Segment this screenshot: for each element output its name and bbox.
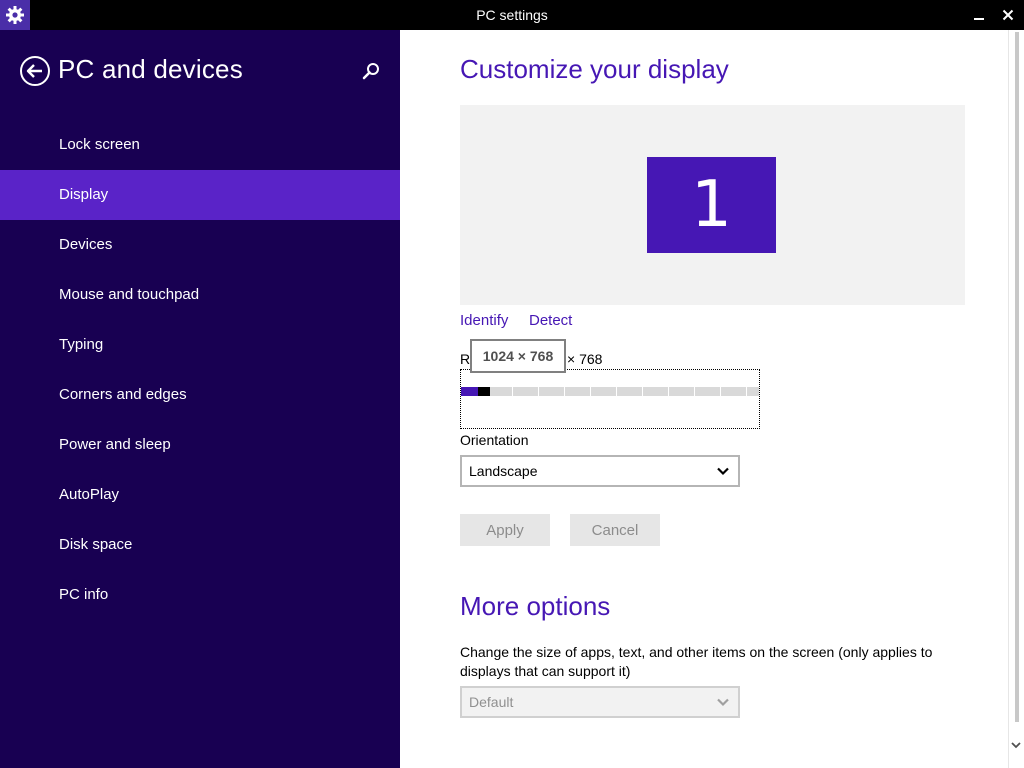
minimize-button[interactable] xyxy=(963,0,995,30)
size-select[interactable]: Default xyxy=(460,686,740,718)
cancel-button[interactable]: Cancel xyxy=(570,514,660,546)
slider-thumb[interactable] xyxy=(478,387,490,396)
page-title: Customize your display xyxy=(460,54,729,84)
sidebar-item-disk-space[interactable]: Disk space xyxy=(0,520,400,570)
close-button[interactable] xyxy=(992,0,1024,30)
sidebar-item-power-and-sleep[interactable]: Power and sleep xyxy=(0,420,400,470)
orientation-select[interactable]: Landscape xyxy=(460,455,740,487)
slider-fill xyxy=(461,387,478,396)
chevron-down-icon xyxy=(717,698,729,707)
size-value: Default xyxy=(469,694,514,710)
scrollbar-thumb[interactable] xyxy=(1015,32,1019,722)
identify-link[interactable]: Identify xyxy=(460,312,508,329)
search-icon[interactable] xyxy=(360,61,382,83)
sidebar-item-typing[interactable]: Typing xyxy=(0,320,400,370)
sidebar-item-corners-and-edges[interactable]: Corners and edges xyxy=(0,370,400,420)
sidebar: PC and devices Lock screen Display Devic… xyxy=(0,30,400,768)
apply-button[interactable]: Apply xyxy=(460,514,550,546)
scrollbar-divider xyxy=(1008,30,1009,768)
slider-track[interactable] xyxy=(461,387,759,396)
chevron-down-icon xyxy=(717,467,729,476)
sidebar-item-lock-screen[interactable]: Lock screen xyxy=(0,120,400,170)
resolution-tooltip: 1024 × 768 xyxy=(470,339,566,373)
title-bar: PC settings xyxy=(0,0,1024,30)
resolution-label: R × 768 xyxy=(460,351,602,367)
sidebar-item-display[interactable]: Display xyxy=(0,170,400,220)
more-options-heading: More options xyxy=(460,591,611,621)
resolution-slider[interactable] xyxy=(460,369,760,429)
window-title: PC settings xyxy=(476,7,548,23)
monitor-1[interactable]: 1 xyxy=(647,157,776,253)
scrollbar[interactable] xyxy=(1008,30,1024,768)
orientation-value: Landscape xyxy=(469,463,538,479)
sidebar-item-devices[interactable]: Devices xyxy=(0,220,400,270)
size-description: Change the size of apps, text, and other… xyxy=(460,644,933,679)
chevron-down-icon[interactable] xyxy=(1010,738,1022,750)
resolution-value: × 768 xyxy=(567,351,603,367)
sidebar-title: PC and devices xyxy=(58,54,243,84)
monitor-preview: 1 xyxy=(460,105,965,305)
detect-link[interactable]: Detect xyxy=(529,312,572,329)
sidebar-item-mouse-and-touchpad[interactable]: Mouse and touchpad xyxy=(0,270,400,320)
sidebar-item-autoplay[interactable]: AutoPlay xyxy=(0,470,400,520)
orientation-label: Orientation xyxy=(460,432,529,448)
sidebar-nav: Lock screen Display Devices Mouse and to… xyxy=(0,120,400,620)
back-arrow-icon[interactable] xyxy=(19,55,51,87)
resolution-label-start: R xyxy=(460,351,471,367)
sidebar-item-pc-info[interactable]: PC info xyxy=(0,570,400,620)
main-content: Customize your display 1 Identify Detect… xyxy=(400,30,1008,768)
